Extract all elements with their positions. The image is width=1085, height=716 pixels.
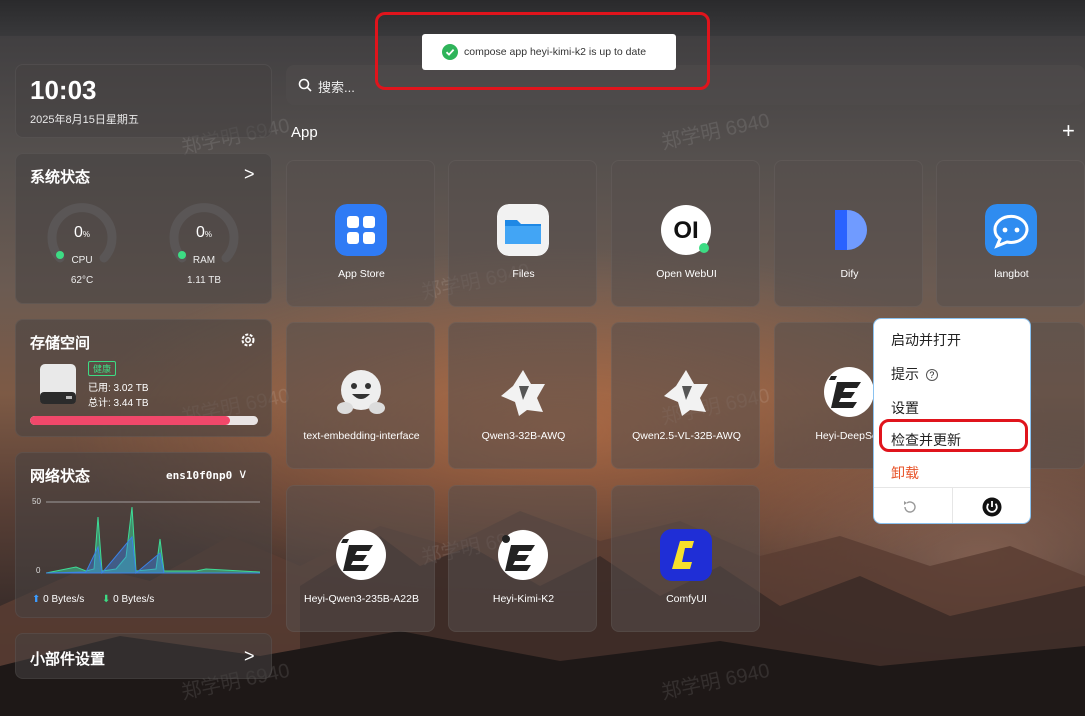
qwen-icon	[664, 370, 708, 416]
app-tile-heyi-qwen3-235b[interactable]: Heyi-Qwen3-235B-A22B	[286, 485, 435, 632]
widget-settings-button[interactable]: 小部件设置 >	[15, 633, 272, 679]
app-label: text-embedding-interface	[303, 430, 420, 442]
app-tile-langbot[interactable]: langbot	[936, 160, 1085, 307]
add-app-button[interactable]: +	[1062, 118, 1075, 144]
app-label: Qwen3-32B-AWQ	[481, 430, 566, 442]
comfyui-icon	[660, 529, 712, 581]
network-chart	[46, 501, 260, 575]
dify-icon	[835, 210, 867, 250]
cpu-label: CPU	[71, 255, 93, 266]
download-arrow-icon: ⬇	[102, 594, 111, 605]
ram-label: RAM	[192, 255, 216, 266]
heyi-icon	[498, 530, 548, 580]
ram-value: 0%	[195, 224, 213, 241]
hugging-face-icon	[337, 370, 385, 414]
system-status-widget: 系统状态 > 0% CPU 62°C 0% RAM 1.11 TB	[15, 153, 272, 304]
app-tile-qwen3-32b[interactable]: Qwen3-32B-AWQ	[448, 322, 597, 469]
chevron-right-icon[interactable]: >	[244, 164, 255, 185]
app-tile-comfyui[interactable]: ComfyUI	[611, 485, 760, 632]
help-icon: ?	[925, 369, 938, 381]
menu-item-launch-open[interactable]: 启动并打开	[891, 330, 961, 350]
app-label: Open WebUI	[656, 268, 717, 280]
restart-icon[interactable]	[902, 499, 918, 515]
chat-bubble-icon	[985, 204, 1037, 256]
app-label: Qwen2.5-VL-32B-AWQ	[632, 430, 741, 442]
open-webui-icon: OI	[661, 205, 711, 255]
app-label: langbot	[994, 268, 1029, 280]
menu-item-settings[interactable]: 设置	[891, 398, 919, 418]
app-tile-text-embedding[interactable]: text-embedding-interface	[286, 322, 435, 469]
system-status-title: 系统状态	[30, 169, 91, 186]
storage-title: 存储空间	[30, 335, 91, 352]
app-tile-dify[interactable]: Dify	[774, 160, 923, 307]
app-label: Heyi-Kimi-K2	[492, 593, 555, 605]
search-input[interactable]: 搜索...	[318, 77, 355, 96]
heyi-icon	[336, 530, 386, 580]
cpu-value: 0%	[73, 224, 91, 241]
gear-icon[interactable]	[240, 332, 256, 348]
cpu-temperature: 62°C	[70, 275, 94, 286]
app-label: App Store	[338, 268, 385, 280]
menu-item-uninstall[interactable]: 卸载	[891, 463, 919, 483]
hard-drive-icon	[40, 364, 76, 404]
apps-section-title: App	[291, 124, 318, 141]
network-interface-select[interactable]: ens10f0np0	[166, 469, 232, 482]
chevron-down-icon[interactable]: ∨	[238, 466, 248, 482]
network-widget: 网络状态 ens10f0np0 ∨ 50 0 ⬆ 0 Bytes/s ⬇ 0 B…	[15, 452, 272, 618]
chevron-right-icon: >	[244, 646, 255, 666]
network-y-max: 50	[32, 497, 41, 506]
storage-progress-bar	[30, 416, 258, 425]
health-badge: 健康	[88, 361, 117, 376]
storage-progress-fill	[30, 416, 231, 425]
network-title: 网络状态	[30, 468, 91, 485]
highlight-box	[879, 419, 1028, 452]
power-icon[interactable]	[982, 497, 1002, 517]
menu-footer	[874, 487, 1030, 523]
storage-used: 已用: 3.02 TB	[88, 383, 149, 394]
app-tile-open-webui[interactable]: OI Open WebUI	[611, 160, 760, 307]
upload-arrow-icon: ⬆	[32, 594, 41, 605]
folder-icon	[497, 204, 549, 256]
app-tile-heyi-kimi-k2[interactable]: Heyi-Kimi-K2	[448, 485, 597, 632]
app-label: Heyi-Qwen3-235B-A22B	[304, 593, 419, 605]
ram-total: 1.11 TB	[186, 275, 222, 286]
app-tile-qwen25-vl[interactable]: Qwen2.5-VL-32B-AWQ	[611, 322, 760, 469]
search-icon	[298, 78, 312, 92]
network-y-min: 0	[36, 566, 41, 575]
storage-total: 总计: 3.44 TB	[88, 398, 149, 409]
highlight-box	[375, 12, 710, 90]
storage-widget: 存储空间 健康 已用: 3.02 TB 总计: 3.44 TB	[15, 319, 272, 437]
watermark: 郑学明 6940	[659, 109, 772, 155]
app-store-icon	[335, 204, 387, 256]
app-tile-files[interactable]: Files	[448, 160, 597, 307]
heyi-icon	[824, 367, 874, 417]
svg-text:OI: OI	[673, 217, 698, 244]
app-label: Dify	[840, 268, 859, 280]
app-label: Files	[512, 268, 535, 280]
menu-item-tips[interactable]: 提示 ?	[891, 364, 938, 384]
clock-date: 2025年8月15日星期五	[30, 114, 139, 126]
download-rate: ⬇ 0 Bytes/s	[102, 594, 155, 605]
upload-rate: ⬆ 0 Bytes/s	[32, 594, 85, 605]
clock-time: 10:03	[30, 75, 97, 105]
widget-settings-label: 小部件设置	[30, 651, 106, 668]
clock-widget: 10:03 2025年8月15日星期五	[15, 64, 272, 138]
app-tile-app-store[interactable]: App Store	[286, 160, 435, 307]
qwen-icon	[501, 370, 545, 416]
app-label: ComfyUI	[666, 593, 707, 605]
